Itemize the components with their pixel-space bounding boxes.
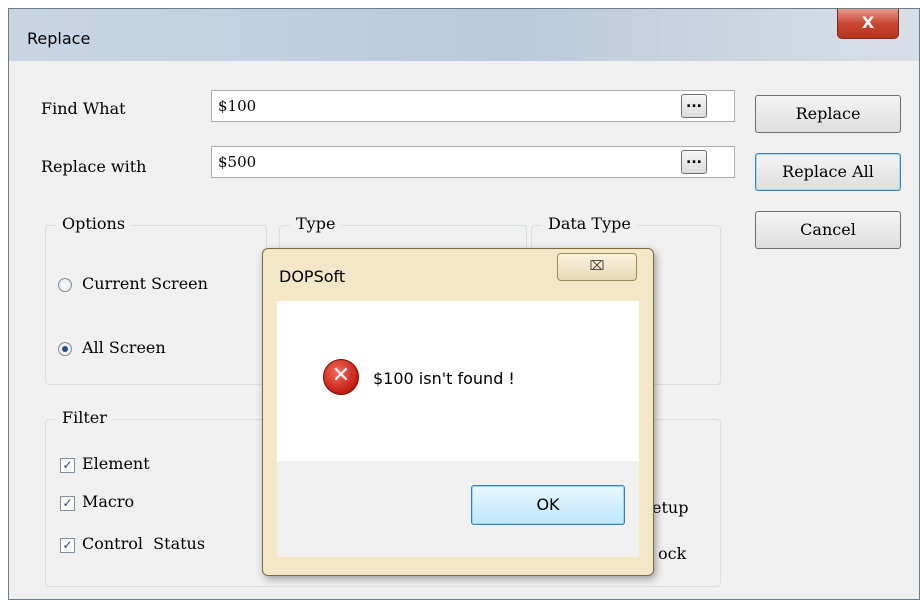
replace-button[interactable]: Replace xyxy=(755,95,901,133)
replace-with-input[interactable]: $500 xyxy=(211,146,735,178)
filter-partial-label-1: etup xyxy=(652,498,689,517)
replace-browse-button[interactable]: ... xyxy=(681,150,707,174)
filter-partial-label-2: ock xyxy=(658,544,687,563)
filter-group-title: Filter xyxy=(56,408,113,427)
element-checkbox[interactable]: ✓ xyxy=(60,458,75,473)
macro-label: Macro xyxy=(82,492,135,511)
all-screen-radio[interactable] xyxy=(58,342,72,356)
error-message: $100 isn't found ! xyxy=(373,369,515,388)
current-screen-label: Current Screen xyxy=(82,274,208,293)
find-browse-button[interactable]: ... xyxy=(681,94,707,118)
ok-button[interactable]: OK xyxy=(471,485,625,525)
error-message-box: DOPSoft ⌧ ✕ $100 isn't found ! OK xyxy=(262,248,654,576)
replace-all-button[interactable]: Replace All xyxy=(755,153,901,191)
window-title: Replace xyxy=(27,29,91,48)
find-what-label: Find What xyxy=(41,99,126,118)
type-group-title: Type xyxy=(290,214,342,233)
message-box-body: ✕ $100 isn't found ! xyxy=(277,301,639,461)
control-status-label: Control Status xyxy=(82,534,206,553)
macro-checkbox[interactable]: ✓ xyxy=(60,496,75,511)
title-bar: Replace X xyxy=(9,9,919,61)
options-group-title: Options xyxy=(56,214,132,233)
current-screen-radio[interactable] xyxy=(58,278,72,292)
data-type-group-title: Data Type xyxy=(542,214,637,233)
element-label: Element xyxy=(82,454,150,473)
all-screen-label: All Screen xyxy=(82,338,166,357)
cancel-button[interactable]: Cancel xyxy=(755,211,901,249)
message-box-close-button[interactable]: ⌧ xyxy=(557,253,637,281)
options-group: Options Current Screen All Screen xyxy=(45,214,267,385)
error-icon: ✕ xyxy=(323,359,359,395)
message-box-title: DOPSoft xyxy=(279,267,346,286)
window-close-button[interactable]: X xyxy=(837,9,899,39)
find-what-input[interactable]: $100 xyxy=(211,90,735,122)
control-status-checkbox[interactable]: ✓ xyxy=(60,538,75,553)
replace-with-label: Replace with xyxy=(41,157,147,176)
message-box-footer: OK xyxy=(277,461,639,557)
